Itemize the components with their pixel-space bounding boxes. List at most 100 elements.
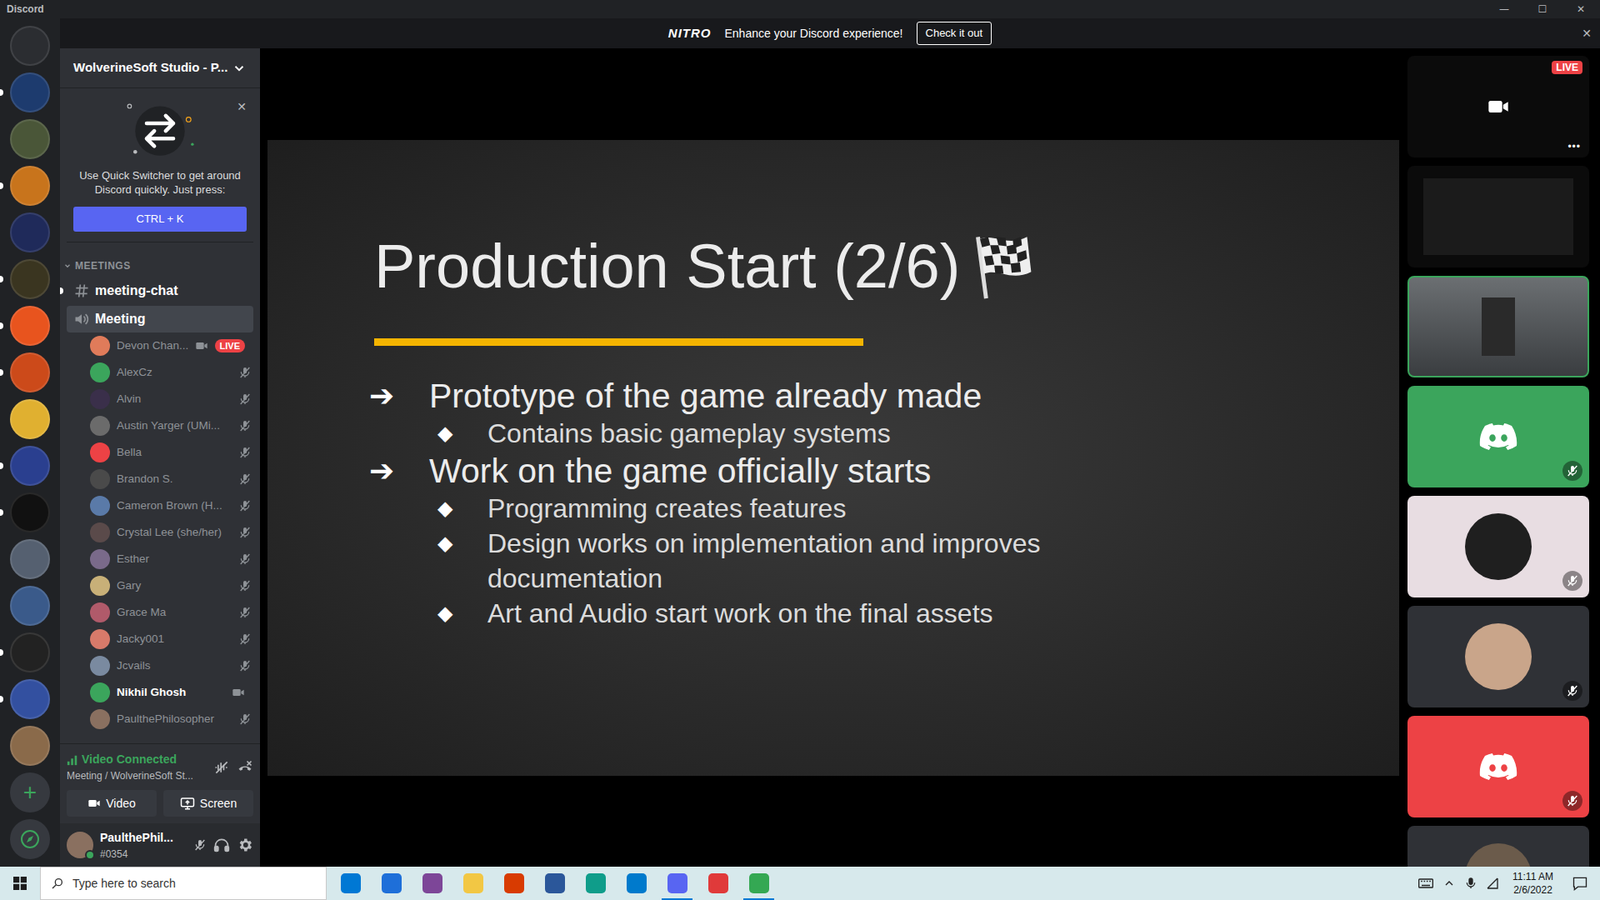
participant-tile[interactable]: LIVE••• <box>1407 55 1590 158</box>
self-tag: #0354 <box>100 846 187 862</box>
server-icon[interactable] <box>10 585 50 626</box>
voice-user[interactable]: Cameron Brown (H... <box>60 492 260 520</box>
server-icon[interactable] <box>10 679 50 720</box>
gear-icon[interactable] <box>236 836 254 854</box>
check-it-out-button[interactable]: Check it out <box>916 21 993 45</box>
server-icon[interactable] <box>10 352 50 393</box>
voice-user[interactable]: Crystal Lee (she/her) <box>60 519 260 546</box>
taskbar-app[interactable] <box>493 866 535 900</box>
server-item[interactable] <box>0 259 60 300</box>
voice-user[interactable]: PaulthePhilosopher <box>60 705 260 733</box>
server-item[interactable] <box>0 119 60 160</box>
server-icon[interactable] <box>10 212 50 253</box>
participant-tile[interactable] <box>1407 275 1590 378</box>
server-item[interactable] <box>0 25 60 66</box>
server-icon[interactable] <box>10 539 50 580</box>
more-button[interactable]: ••• <box>1567 139 1581 155</box>
headphones-icon[interactable] <box>213 836 230 854</box>
server-item[interactable] <box>0 72 60 113</box>
participant-tile[interactable] <box>1407 715 1590 818</box>
server-icon[interactable] <box>10 25 50 66</box>
category-header[interactable]: MEETINGS <box>60 255 260 276</box>
server-icon[interactable] <box>10 72 50 113</box>
server-icon[interactable] <box>10 259 50 300</box>
server-icon[interactable] <box>10 632 50 673</box>
taskbar-app[interactable] <box>534 866 575 900</box>
voice-user[interactable]: Gary <box>60 572 260 600</box>
taskbar-search[interactable] <box>40 866 327 900</box>
server-icon[interactable] <box>10 492 50 533</box>
server-item[interactable] <box>0 585 60 626</box>
voice-user[interactable]: Austin Yarger (UMi... <box>60 412 260 440</box>
notifications-icon[interactable] <box>1566 875 1594 892</box>
server-item[interactable] <box>0 445 60 486</box>
server-item[interactable] <box>0 539 60 580</box>
taskbar-app[interactable] <box>370 866 412 900</box>
voice-location[interactable]: Meeting / WolverineSoft St... <box>66 768 194 784</box>
server-item[interactable] <box>0 725 60 766</box>
server-item[interactable] <box>0 679 60 720</box>
taskbar-app[interactable] <box>575 866 616 900</box>
voice-user[interactable]: AlexCz <box>60 359 260 386</box>
participant-tile[interactable] <box>1407 385 1590 488</box>
tray-chevron-icon[interactable] <box>1442 876 1456 890</box>
channel-item[interactable]: Meeting <box>66 305 254 333</box>
participant-tile[interactable] <box>1407 605 1590 708</box>
voice-user[interactable]: Grace Ma <box>60 599 260 626</box>
quick-switcher-button[interactable]: CTRL + K <box>73 206 247 232</box>
screen-button[interactable]: Screen <box>163 790 254 817</box>
voice-user[interactable]: Jcvails <box>60 652 260 680</box>
self-avatar[interactable] <box>66 831 94 859</box>
participant-tile[interactable] <box>1407 825 1590 867</box>
server-item[interactable] <box>0 492 60 533</box>
user-avatar <box>90 522 110 543</box>
microphone-icon[interactable] <box>1464 876 1478 890</box>
taskbar-app[interactable] <box>738 866 780 900</box>
taskbar-app[interactable] <box>452 866 494 900</box>
server-item[interactable] <box>0 399 60 440</box>
clock[interactable]: 11:11 AM2/6/2022 <box>1507 870 1559 897</box>
server-icon[interactable] <box>10 399 50 440</box>
server-icon[interactable] <box>10 725 50 766</box>
taskbar-app[interactable] <box>615 866 657 900</box>
window-control-button[interactable]: ✕ <box>1561 0 1600 19</box>
voice-user[interactable]: Esther <box>60 545 260 573</box>
search-input[interactable] <box>72 875 316 893</box>
server-item[interactable] <box>0 212 60 253</box>
keyboard-icon[interactable] <box>1417 875 1435 892</box>
channel-item[interactable]: meeting-chat <box>66 277 254 305</box>
quick-switcher-close-button[interactable]: ✕ <box>236 98 247 116</box>
window-control-button[interactable]: ☐ <box>1523 0 1562 19</box>
server-icon[interactable] <box>10 305 50 346</box>
taskbar-app[interactable] <box>656 866 698 900</box>
network-icon[interactable] <box>1485 876 1500 890</box>
window-control-button[interactable]: — <box>1485 0 1524 19</box>
server-item[interactable] <box>0 352 60 393</box>
noise-suppression-icon[interactable] <box>213 759 230 776</box>
server-item[interactable] <box>0 305 60 346</box>
taskbar-app[interactable] <box>330 866 371 900</box>
video-button[interactable]: Video <box>66 790 157 817</box>
participant-tile[interactable] <box>1407 495 1590 598</box>
voice-user[interactable]: Bella <box>60 439 260 466</box>
server-icon[interactable] <box>10 119 50 160</box>
server-icon[interactable] <box>10 445 50 486</box>
server-header[interactable]: WolverineSoft Studio - P... <box>60 48 260 89</box>
mute-toggle-icon[interactable] <box>193 838 207 852</box>
voice-user[interactable]: Brandon S. <box>60 465 260 493</box>
add-server-button[interactable]: + <box>10 772 50 813</box>
banner-close-button[interactable]: ✕ <box>1581 25 1592 43</box>
start-button[interactable] <box>0 866 40 900</box>
voice-user[interactable]: Nikhil Ghosh <box>60 679 260 706</box>
taskbar-app[interactable] <box>411 866 453 900</box>
explore-button[interactable] <box>10 819 50 860</box>
server-icon[interactable] <box>10 165 50 206</box>
server-item[interactable] <box>0 165 60 206</box>
server-item[interactable] <box>0 632 60 673</box>
taskbar-app[interactable] <box>697 866 739 900</box>
voice-user[interactable]: Alvin <box>60 385 260 413</box>
voice-user[interactable]: Devon Chan...LIVE <box>60 332 260 360</box>
participant-tile[interactable] <box>1407 165 1590 268</box>
disconnect-icon[interactable] <box>236 759 254 776</box>
voice-user[interactable]: Jacky001 <box>60 625 260 653</box>
